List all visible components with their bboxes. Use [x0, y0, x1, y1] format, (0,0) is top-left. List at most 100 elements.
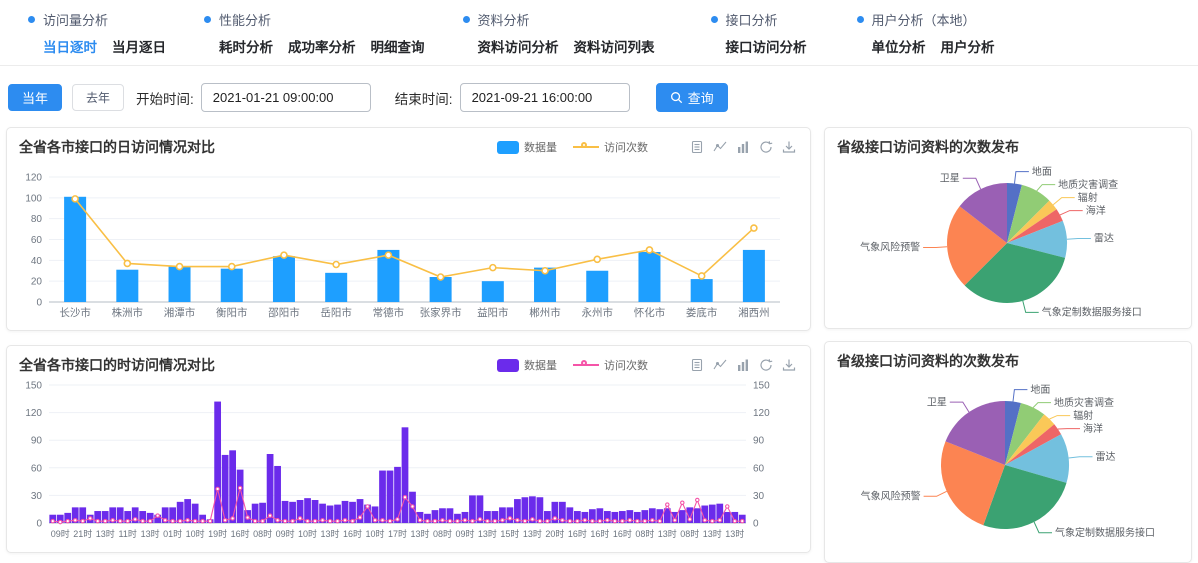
bar[interactable] [482, 281, 504, 302]
line-point[interactable] [418, 519, 421, 522]
bar[interactable] [116, 270, 138, 302]
line-point[interactable] [441, 519, 444, 522]
line-point[interactable] [358, 516, 361, 519]
line-point[interactable] [178, 519, 181, 522]
bar[interactable] [267, 454, 274, 523]
line-point[interactable] [396, 518, 399, 521]
bar[interactable] [638, 252, 660, 302]
line-point[interactable] [576, 519, 579, 522]
legend-item-line[interactable]: 访问次数 [573, 139, 648, 155]
line-point[interactable] [306, 519, 309, 522]
line-point[interactable] [66, 519, 69, 522]
line-point[interactable] [471, 519, 474, 522]
line-point[interactable] [104, 519, 107, 522]
line-point[interactable] [268, 514, 271, 517]
line-point[interactable] [246, 516, 249, 519]
line-point[interactable] [343, 519, 346, 522]
line-point[interactable] [688, 518, 691, 521]
line-point[interactable] [628, 519, 631, 522]
line-chart-icon[interactable] [713, 140, 727, 154]
line-point[interactable] [456, 519, 459, 522]
line-point[interactable] [163, 519, 166, 522]
bar[interactable] [394, 467, 401, 523]
line-point[interactable] [681, 501, 684, 504]
line-point[interactable] [433, 519, 436, 522]
line-point[interactable] [156, 514, 159, 517]
bar[interactable] [691, 279, 713, 302]
line-point[interactable] [313, 519, 316, 522]
pie-bottom-canvas[interactable]: 地面地质灾害调查辐射海洋雷达气象定制数据服务接口气象风险预警卫星 [825, 371, 1189, 557]
line-point[interactable] [751, 225, 757, 231]
daily-chart-canvas[interactable]: 020406080100120长沙市株洲市湘潭市衡阳市邵阳市岳阳市常德市张家界市… [7, 157, 798, 325]
line-point[interactable] [72, 196, 78, 202]
nav-item[interactable]: 当日逐时 [43, 36, 97, 56]
line-point[interactable] [531, 518, 534, 521]
last-year-button[interactable]: 去年 [72, 84, 124, 111]
legend-item-line[interactable]: 访问次数 [573, 357, 648, 373]
bar[interactable] [274, 466, 281, 523]
bar[interactable] [402, 427, 409, 523]
line-point[interactable] [336, 519, 339, 522]
bar[interactable] [325, 273, 347, 302]
nav-item[interactable]: 资料访问列表 [574, 36, 655, 56]
data-view-icon[interactable] [690, 140, 704, 154]
line-point[interactable] [598, 519, 601, 522]
line-point[interactable] [646, 247, 652, 253]
line-point[interactable] [388, 519, 391, 522]
bar[interactable] [169, 267, 191, 302]
line-point[interactable] [328, 519, 331, 522]
restore-icon[interactable] [759, 358, 773, 372]
nav-item[interactable]: 用户分析 [941, 36, 995, 56]
line-point[interactable] [733, 519, 736, 522]
nav-item[interactable]: 接口访问分析 [726, 36, 807, 56]
line-point[interactable] [186, 519, 189, 522]
line-point[interactable] [231, 517, 234, 520]
line-point[interactable] [81, 519, 84, 522]
line-point[interactable] [486, 519, 489, 522]
start-time-input[interactable] [201, 83, 371, 112]
bar[interactable] [724, 512, 731, 523]
download-icon[interactable] [782, 358, 796, 372]
bar[interactable] [222, 455, 229, 523]
restore-icon[interactable] [759, 140, 773, 154]
line-point[interactable] [283, 519, 286, 522]
line-point[interactable] [141, 519, 144, 522]
line-point[interactable] [426, 519, 429, 522]
nav-item[interactable]: 明细查询 [371, 36, 425, 56]
line-point[interactable] [606, 519, 609, 522]
bar[interactable] [229, 450, 236, 523]
query-button[interactable]: 查询 [656, 83, 728, 112]
line-point[interactable] [366, 505, 369, 508]
nav-item[interactable]: 耗时分析 [219, 36, 273, 56]
line-point[interactable] [583, 519, 586, 522]
line-point[interactable] [321, 519, 324, 522]
line-point[interactable] [726, 505, 729, 508]
line-point[interactable] [177, 264, 183, 270]
nav-item[interactable]: 单位分析 [872, 36, 926, 56]
line-point[interactable] [126, 519, 129, 522]
line-point[interactable] [516, 519, 519, 522]
line-point[interactable] [276, 519, 279, 522]
this-year-button[interactable]: 当年 [8, 84, 62, 111]
line-point[interactable] [298, 517, 301, 520]
line-point[interactable] [403, 496, 406, 499]
line-point[interactable] [111, 519, 114, 522]
line-point[interactable] [594, 256, 600, 262]
line-point[interactable] [463, 519, 466, 522]
nav-item[interactable]: 成功率分析 [288, 36, 356, 56]
bar[interactable] [586, 271, 608, 302]
line-point[interactable] [546, 519, 549, 522]
line-point[interactable] [703, 519, 706, 522]
line-chart-icon[interactable] [713, 358, 727, 372]
line-point[interactable] [561, 519, 564, 522]
line-point[interactable] [281, 252, 287, 258]
line-point[interactable] [523, 519, 526, 522]
line-point[interactable] [216, 487, 219, 490]
line-point[interactable] [373, 519, 376, 522]
line-point[interactable] [508, 517, 511, 520]
line-point[interactable] [621, 519, 624, 522]
line-point[interactable] [223, 519, 226, 522]
line-point[interactable] [381, 519, 384, 522]
pie-top-canvas[interactable]: 地面地质灾害调查辐射海洋雷达气象定制数据服务接口气象风险预警卫星 [825, 157, 1189, 323]
bar[interactable] [387, 471, 394, 523]
